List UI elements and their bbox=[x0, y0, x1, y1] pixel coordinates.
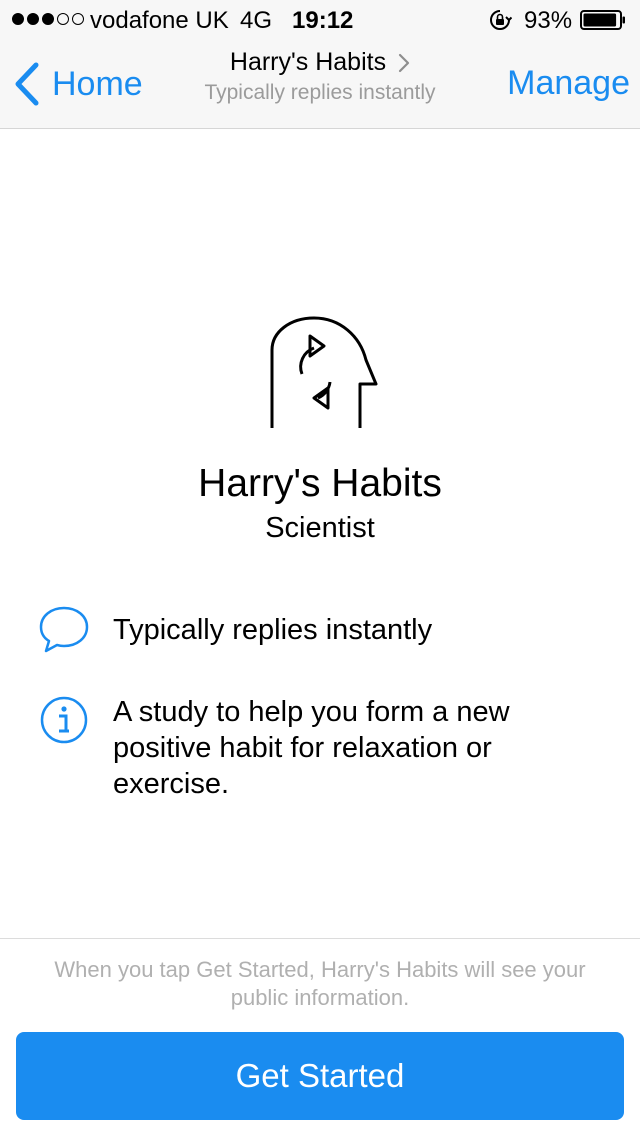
back-button-label: Home bbox=[52, 64, 143, 103]
footer-divider bbox=[0, 938, 640, 939]
replies-text: Typically replies instantly bbox=[113, 614, 433, 646]
back-button[interactable]: Home bbox=[14, 60, 143, 108]
nav-subtitle: Typically replies instantly bbox=[204, 81, 436, 104]
battery-percent: 93% bbox=[524, 7, 573, 34]
carrier-name: vodafone UK bbox=[90, 7, 229, 34]
profile-role: Scientist bbox=[265, 512, 375, 544]
disclaimer-text: When you tap Get Started, Harry's Habits… bbox=[54, 957, 586, 1010]
head-refresh-icon bbox=[270, 316, 378, 428]
manage-button[interactable]: Manage bbox=[507, 64, 630, 103]
profile-name: Harry's Habits bbox=[198, 462, 442, 505]
nav-title-button[interactable]: Harry's Habits Typically replies instant… bbox=[160, 48, 480, 105]
status-bar: vodafone UK 4G 19:12 93% bbox=[0, 0, 640, 40]
about-text: A study to help you form a new positive … bbox=[113, 696, 510, 800]
network-type: 4G bbox=[240, 7, 273, 34]
top-bar: vodafone UK 4G 19:12 93% Home Harry's Ha… bbox=[0, 0, 640, 129]
battery-icon bbox=[580, 10, 625, 30]
rotation-lock-icon bbox=[490, 10, 512, 30]
nav-title: Harry's Habits bbox=[229, 48, 387, 76]
info-icon bbox=[40, 696, 88, 744]
chevron-left-icon bbox=[15, 62, 39, 106]
chevron-right-icon bbox=[398, 53, 410, 72]
get-started-button[interactable]: Get Started bbox=[16, 1032, 624, 1120]
status-time: 19:12 bbox=[292, 7, 354, 34]
signal-strength-icon bbox=[12, 13, 84, 25]
speech-bubble-icon bbox=[39, 606, 89, 653]
